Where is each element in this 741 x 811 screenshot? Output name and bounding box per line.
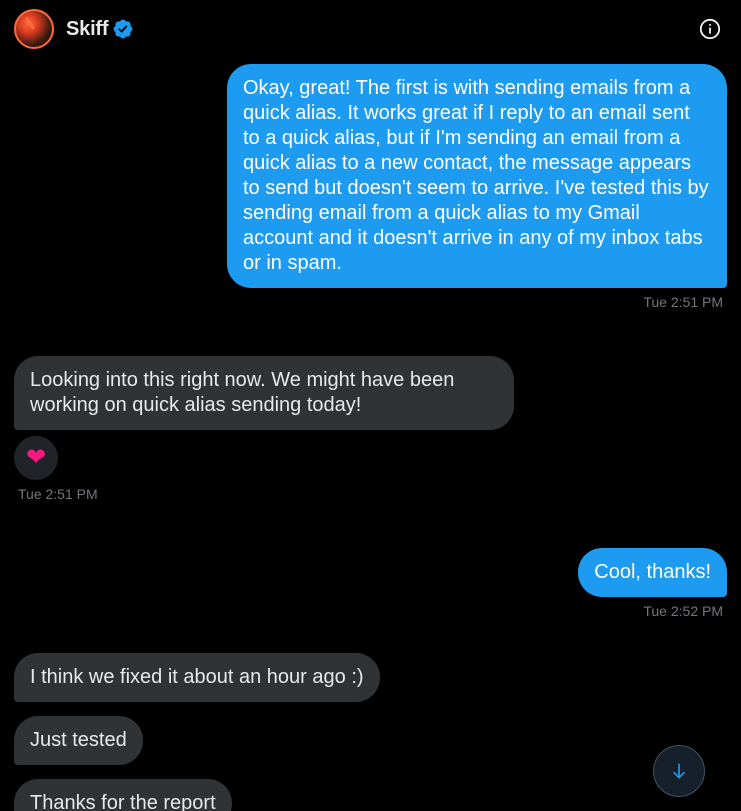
dm-header: Skiff — [0, 0, 741, 58]
message-received: I think we fixed it about an hour ago :) — [14, 653, 727, 702]
message-received: Thanks for the report ❤ — [14, 779, 727, 811]
message-bubble[interactable]: Thanks for the report — [14, 779, 232, 811]
message-received: Just tested — [14, 716, 727, 765]
name-wrap[interactable]: Skiff — [66, 18, 134, 41]
heart-icon: ❤ — [26, 446, 46, 470]
message-sent: Okay, great! The first is with sending e… — [14, 64, 727, 310]
avatar[interactable] — [14, 9, 54, 49]
arrow-down-icon — [669, 761, 689, 781]
message-timestamp: Tue 2:51 PM — [14, 486, 102, 502]
message-bubble[interactable]: Cool, thanks! — [578, 548, 727, 597]
message-sent: Cool, thanks! Tue 2:52 PM — [14, 548, 727, 619]
verified-badge-icon — [112, 18, 134, 40]
display-name: Skiff — [66, 18, 108, 41]
message-timestamp: Tue 2:52 PM — [639, 603, 727, 619]
message-bubble[interactable]: Just tested — [14, 716, 143, 765]
message-bubble[interactable]: Looking into this right now. We might ha… — [14, 356, 514, 430]
message-thread[interactable]: Okay, great! The first is with sending e… — [0, 64, 741, 811]
info-button[interactable] — [693, 12, 727, 46]
scroll-to-bottom-button[interactable] — [653, 745, 705, 797]
reaction-badge[interactable]: ❤ — [14, 436, 58, 480]
message-received: Looking into this right now. We might ha… — [14, 356, 727, 502]
message-timestamp: Tue 2:51 PM — [639, 294, 727, 310]
message-bubble[interactable]: I think we fixed it about an hour ago :) — [14, 653, 380, 702]
message-bubble[interactable]: Okay, great! The first is with sending e… — [227, 64, 727, 288]
info-icon — [699, 18, 721, 40]
